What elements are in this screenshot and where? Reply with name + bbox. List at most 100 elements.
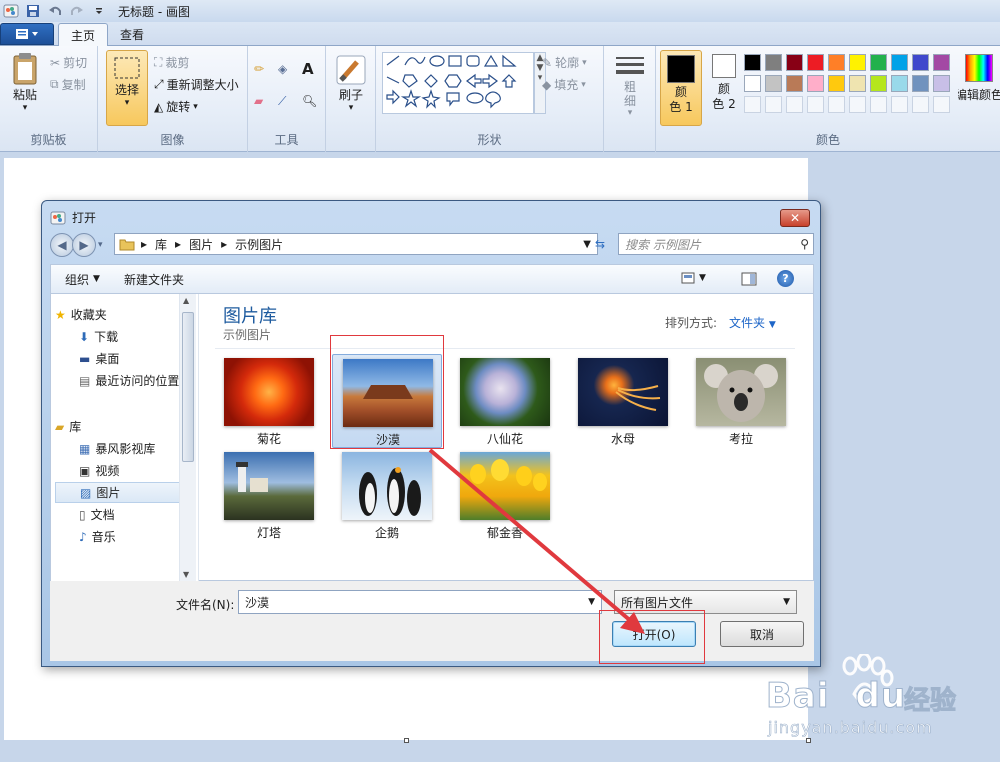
- color-swatch[interactable]: [807, 75, 824, 92]
- color-swatch[interactable]: [891, 75, 908, 92]
- address-bar[interactable]: ▸ 库 ▸ 图片 ▸ 示例图片 ▼: [114, 233, 598, 255]
- file-chrysanthemum[interactable]: 菊花: [214, 354, 324, 448]
- color-swatch[interactable]: [828, 54, 845, 71]
- search-input[interactable]: 搜索 示例图片 ⚲: [618, 233, 814, 255]
- custom-color-swatch[interactable]: [933, 96, 950, 113]
- back-button[interactable]: ◀: [50, 233, 74, 257]
- custom-color-swatch[interactable]: [849, 96, 866, 113]
- clipboard-group-label: 剪贴板: [30, 133, 67, 147]
- color-swatch[interactable]: [870, 54, 887, 71]
- selection-icon: [114, 57, 140, 79]
- scroll-up-icon[interactable]: ▲: [183, 296, 189, 305]
- redo-icon[interactable]: [68, 2, 86, 20]
- nav-scrollbar-thumb[interactable]: [182, 312, 194, 462]
- custom-color-swatch[interactable]: [744, 96, 761, 113]
- shapes-gallery[interactable]: [382, 52, 534, 114]
- color-swatch[interactable]: [807, 54, 824, 71]
- scroll-down-icon[interactable]: ▼: [183, 570, 189, 579]
- color-swatch[interactable]: [933, 54, 950, 71]
- change-view-button[interactable]: ▼: [681, 272, 706, 284]
- paint-menu-button[interactable]: [0, 23, 54, 45]
- color-swatch[interactable]: [912, 75, 929, 92]
- file-tulips[interactable]: 郁金香: [450, 448, 560, 542]
- color1-button[interactable]: 颜 色 1: [660, 50, 702, 126]
- organize-button[interactable]: 组织 ▼: [65, 271, 100, 288]
- help-button[interactable]: ?: [777, 270, 794, 287]
- paint-app-icon[interactable]: [2, 2, 20, 20]
- eraser-button[interactable]: ▰: [254, 94, 263, 108]
- new-folder-button[interactable]: 新建文件夹: [124, 271, 184, 288]
- filename-input[interactable]: 沙漠 ▼: [238, 590, 602, 614]
- file-hydrangeas[interactable]: 八仙花: [450, 354, 560, 448]
- color-swatch[interactable]: [849, 75, 866, 92]
- file-jellyfish[interactable]: 水母: [568, 354, 678, 448]
- magnifier-button[interactable]: 🔍︎: [302, 94, 317, 108]
- color-swatch[interactable]: [828, 75, 845, 92]
- refresh-button[interactable]: ⇆: [590, 233, 610, 255]
- color-swatch[interactable]: [765, 75, 782, 92]
- nav-scrollbar[interactable]: ▲ ▼: [179, 294, 196, 581]
- select-button[interactable]: 选择 ▾: [106, 50, 148, 126]
- sort-dropdown[interactable]: 文件夹 ▼: [729, 314, 776, 331]
- custom-color-swatch[interactable]: [807, 96, 824, 113]
- color-swatch[interactable]: [933, 75, 950, 92]
- tab-view[interactable]: 查看: [108, 23, 156, 46]
- breadcrumb-sample-pictures[interactable]: 示例图片: [235, 236, 283, 253]
- custom-color-swatch[interactable]: [828, 96, 845, 113]
- custom-color-swatch[interactable]: [870, 96, 887, 113]
- cut-button[interactable]: ✂ 剪切: [50, 54, 87, 71]
- copy-button[interactable]: ⧉ 复制: [50, 76, 86, 93]
- cancel-button[interactable]: 取消: [720, 621, 804, 647]
- customize-quick-access-icon[interactable]: [90, 2, 108, 20]
- resize-button[interactable]: ⤢ 重新调整大小: [154, 76, 239, 93]
- filename-label: 文件名(N):: [176, 598, 235, 612]
- custom-color-swatch[interactable]: [891, 96, 908, 113]
- breadcrumb-libraries[interactable]: 库: [155, 236, 167, 253]
- fill-shape-button[interactable]: ◆ 填充 ▾: [542, 76, 586, 93]
- brushes-button[interactable]: 刷子 ▾: [332, 54, 370, 113]
- color-swatch[interactable]: [786, 54, 803, 71]
- nav-pictures[interactable]: ▨ 图片: [55, 482, 187, 503]
- nav-libraries[interactable]: ▰ 库: [55, 416, 187, 437]
- resize-handle-bottom[interactable]: [404, 738, 409, 743]
- outline-button[interactable]: ✎ 轮廓 ▾: [542, 54, 587, 71]
- color2-button[interactable]: 颜 色 2: [706, 54, 742, 112]
- color-swatch[interactable]: [891, 54, 908, 71]
- forward-button[interactable]: ▶: [72, 233, 96, 257]
- file-lighthouse[interactable]: 灯塔: [214, 448, 324, 542]
- edit-colors-button[interactable]: 编辑颜色: [958, 54, 1000, 103]
- color-picker-button[interactable]: ⟋: [278, 94, 286, 109]
- rotate-button[interactable]: ◭ 旋转 ▾: [154, 98, 198, 115]
- nav-recent-places[interactable]: ▤ 最近访问的位置: [79, 370, 187, 391]
- custom-color-swatch[interactable]: [786, 96, 803, 113]
- save-icon[interactable]: [24, 2, 42, 20]
- pencil-button[interactable]: ✏: [254, 62, 264, 76]
- filename-dropdown-icon[interactable]: ▼: [588, 597, 595, 607]
- color-swatch[interactable]: [744, 54, 761, 71]
- video-icon: ▣: [79, 463, 91, 478]
- color-swatch[interactable]: [744, 75, 761, 92]
- file-koala[interactable]: 考拉: [686, 354, 796, 448]
- custom-color-swatch[interactable]: [912, 96, 929, 113]
- color-swatch[interactable]: [912, 54, 929, 71]
- nav-favorites[interactable]: ★ 收藏夹: [55, 304, 187, 325]
- close-icon: ✕: [789, 211, 801, 225]
- crop-button[interactable]: ⛶ 裁剪: [154, 54, 189, 71]
- breadcrumb-pictures[interactable]: 图片: [189, 236, 213, 253]
- color-swatch[interactable]: [870, 75, 887, 92]
- undo-icon[interactable]: [46, 2, 64, 20]
- recent-pages-dropdown[interactable]: ▾: [98, 240, 103, 250]
- file-penguins[interactable]: 企鹅: [332, 448, 442, 542]
- preview-pane-button[interactable]: [741, 271, 757, 290]
- color-swatch[interactable]: [786, 75, 803, 92]
- custom-color-swatch[interactable]: [765, 96, 782, 113]
- paste-button[interactable]: 粘贴 ▾: [8, 52, 42, 113]
- text-button[interactable]: A: [302, 60, 314, 78]
- size-button[interactable]: 粗 细 ▾: [612, 54, 648, 118]
- color-swatch[interactable]: [849, 54, 866, 71]
- color-swatch[interactable]: [765, 54, 782, 71]
- fill-button[interactable]: ◈: [278, 62, 287, 76]
- line-size-icon: [616, 57, 644, 74]
- tab-home[interactable]: 主页: [58, 23, 109, 47]
- close-button[interactable]: ✕: [780, 209, 810, 227]
